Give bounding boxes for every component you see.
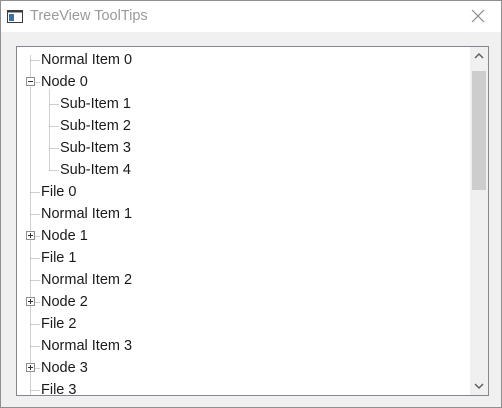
scroll-thumb[interactable] (472, 71, 486, 190)
tree-node[interactable]: Node 2 (17, 291, 469, 313)
chevron-up-icon (474, 52, 484, 59)
tree-item-label: Sub-Item 4 (60, 162, 131, 178)
tree-item-label: File 0 (41, 184, 77, 200)
window-icon (7, 10, 23, 23)
tree-item[interactable]: File 0 (17, 181, 469, 203)
vertical-scrollbar[interactable] (470, 47, 488, 395)
tree-item-label: Normal Item 1 (41, 206, 133, 222)
tree-node[interactable]: Node 1 (17, 225, 469, 247)
tree-item-label: Sub-Item 1 (60, 96, 131, 112)
tree-view[interactable]: Normal Item 0 Node 0 Sub-Item 1 Sub-Item 2 S… (16, 46, 489, 396)
tree-item[interactable]: Sub-Item 4 (17, 159, 469, 181)
treeview-tooltips-window: TreeView ToolTips Normal Item 0 Node 0 Sub… (0, 0, 502, 408)
tree-node[interactable]: Node 3 (17, 357, 469, 379)
tree-item-label: File 2 (41, 316, 77, 332)
tree-item[interactable]: Normal Item 2 (17, 269, 469, 291)
tree-item-label: Normal Item 3 (41, 338, 133, 354)
tree-item-label: Sub-Item 3 (60, 140, 131, 156)
scroll-down-button[interactable] (470, 378, 488, 395)
tree-item[interactable]: File 1 (17, 247, 469, 269)
tree-item[interactable]: Normal Item 1 (17, 203, 469, 225)
scroll-up-button[interactable] (470, 47, 488, 64)
chevron-down-icon (474, 383, 484, 390)
tree-item-label: Normal Item 0 (41, 52, 133, 68)
tree-item-label: Normal Item 2 (41, 272, 133, 288)
expand-icon[interactable] (26, 363, 35, 372)
tree-item-label: File 1 (41, 250, 77, 266)
tree-item[interactable]: Sub-Item 3 (17, 137, 469, 159)
tree-item-label: Sub-Item 2 (60, 118, 131, 134)
title-bar[interactable]: TreeView ToolTips (1, 1, 501, 32)
tree-content: Normal Item 0 Node 0 Sub-Item 1 Sub-Item 2 S… (17, 47, 469, 395)
tree-item[interactable]: File 3 (17, 379, 469, 395)
close-button[interactable] (455, 1, 501, 32)
tree-item[interactable]: Normal Item 0 (17, 49, 469, 71)
expand-icon[interactable] (26, 231, 35, 240)
expand-icon[interactable] (26, 297, 35, 306)
tree-node[interactable]: Node 0 (17, 71, 469, 93)
close-icon (471, 9, 485, 23)
tree-item-label: Node 1 (41, 228, 88, 244)
tree-item[interactable]: Sub-Item 2 (17, 115, 469, 137)
window-title: TreeView ToolTips (30, 8, 148, 24)
tree-item-label: Node 2 (41, 294, 88, 310)
tree-item-label: Node 0 (41, 74, 88, 90)
tree-item[interactable]: Sub-Item 1 (17, 93, 469, 115)
tree-item[interactable]: File 2 (17, 313, 469, 335)
tree-item-label: Node 3 (41, 360, 88, 376)
tree-item[interactable]: Normal Item 3 (17, 335, 469, 357)
collapse-icon[interactable] (26, 77, 35, 86)
tree-item-label: File 3 (41, 382, 77, 395)
